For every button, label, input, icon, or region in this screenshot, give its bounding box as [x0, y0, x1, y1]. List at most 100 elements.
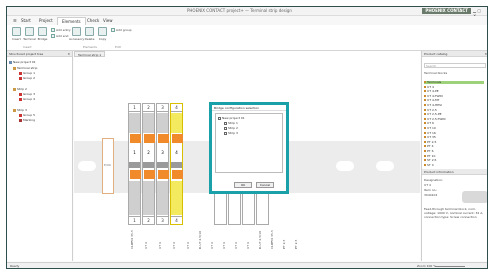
- catalog-item-icon: [424, 99, 426, 102]
- catalog-item[interactable]: PT 10: [424, 154, 435, 158]
- catalog-filter[interactable]: Terminal blocks: [424, 71, 447, 76]
- terminal-label: D-UT 2,5/10: [258, 231, 262, 249]
- terminal-block[interactable]: 1 1 1: [128, 103, 141, 225]
- delete-icon: [85, 27, 94, 36]
- tree-item-group-2[interactable]: Group 2: [19, 76, 35, 80]
- catalog-search-input[interactable]: Search: [424, 63, 486, 68]
- cancel-button[interactable]: Cancel: [256, 182, 274, 188]
- checkbox-icon[interactable]: [218, 116, 221, 120]
- catalog-item-icon: [424, 108, 426, 111]
- terminal-block[interactable]: 3 3 3: [156, 103, 169, 225]
- tree-item-group-1[interactable]: Group 1: [19, 71, 35, 75]
- checkbox-icon[interactable]: [224, 121, 227, 125]
- rail-slot: [78, 161, 96, 171]
- tree-item-strip-3[interactable]: Strip 3: [13, 108, 27, 112]
- catalog-item[interactable]: UT 35: [424, 136, 436, 139]
- tree-item-group-3[interactable]: Group 3: [19, 92, 35, 96]
- bridge-button[interactable]: Bridge: [37, 27, 48, 43]
- application-window: PHOENIX CONTACT project+ — Terminal stri…: [6, 6, 488, 269]
- checkbox-icon[interactable]: [224, 126, 227, 130]
- tree-item-strip-2[interactable]: Strip 2: [13, 87, 27, 91]
- window-controls[interactable]: ▁ ▢ ✕: [473, 8, 485, 18]
- add-entry-button[interactable]: Add entry: [51, 28, 71, 33]
- catalog-item[interactable]: Terminals: [424, 81, 484, 84]
- catalog-item[interactable]: UT 2,5-TWIN: [424, 117, 446, 121]
- project-icon: [9, 60, 12, 64]
- dialog-title: Bridge configuration selection: [212, 105, 286, 111]
- catalog-item-icon: [424, 140, 426, 143]
- terminal-label: D-UT 2,5/10: [198, 231, 202, 249]
- tree-item-strip-1[interactable]: Terminal strip: [13, 66, 37, 70]
- copy-icon: [98, 27, 107, 36]
- catalog-item[interactable]: UT 4-TWIN: [424, 94, 443, 98]
- rail-slot: [376, 161, 394, 171]
- add-group-button[interactable]: Add group: [111, 28, 131, 33]
- group-label-edit: Edit: [115, 45, 121, 49]
- delete-button[interactable]: Delete: [84, 27, 95, 43]
- catalog-item[interactable]: UT 2,5: [424, 108, 437, 112]
- group-label-elements: Elements: [83, 45, 97, 49]
- terminal-block-selected[interactable]: 4 4 4: [170, 103, 183, 225]
- catalog-item[interactable]: ST 4: [424, 163, 434, 167]
- tab-project[interactable]: Project: [35, 17, 57, 25]
- catalog-item[interactable]: UT 4-PE: [424, 90, 439, 93]
- dialog-tree-item[interactable]: Strip 3: [224, 131, 238, 135]
- tab-elements[interactable]: Elements: [57, 17, 86, 25]
- tree-item-project[interactable]: New project 01: [9, 60, 36, 64]
- catalog-item[interactable]: UT 6: [424, 122, 434, 125]
- close-icon[interactable]: ✕: [67, 51, 70, 57]
- terminal-label: UT 4: [210, 242, 214, 249]
- dialog-tree-item[interactable]: Strip 2: [224, 126, 238, 130]
- catalog-item[interactable]: ST 2,5: [424, 159, 436, 162]
- close-icon[interactable]: ✕: [484, 51, 487, 57]
- tree-item-group-5[interactable]: Group 5: [19, 113, 35, 117]
- brand-logo: PHOENIX CONTACT: [422, 8, 471, 14]
- catalog-item[interactable]: UT 2,5-PE: [424, 113, 442, 116]
- ok-button[interactable]: OK: [234, 182, 252, 188]
- terminal-label: PT 2,5: [294, 239, 298, 249]
- zoom-control[interactable]: Zoom 100 %: [417, 264, 477, 268]
- product-image: [462, 191, 487, 203]
- tab-view[interactable]: View: [99, 17, 117, 25]
- accessory-button[interactable]: Accessory: [69, 27, 84, 43]
- catalog-item[interactable]: PT 4: [424, 145, 434, 148]
- accessory-icon: [72, 27, 81, 36]
- terminal-button[interactable]: Terminal: [23, 27, 36, 43]
- add-end-button[interactable]: Add end: [51, 34, 68, 39]
- zoom-slider[interactable]: [435, 266, 465, 267]
- product-catalog-panel: Product catalog ✕ Search Terminal blocks …: [421, 51, 487, 261]
- add-end-icon: [51, 34, 55, 38]
- tab-start[interactable]: Start: [17, 17, 35, 25]
- catalog-item-icon: [424, 159, 426, 162]
- terminal-block[interactable]: 2 2 2: [142, 103, 155, 225]
- window-title: PHOENIX CONTACT project+ — Terminal stri…: [187, 8, 292, 13]
- catalog-item[interactable]: UT 10: [424, 127, 436, 130]
- bridge-icon: [38, 27, 47, 36]
- catalog-item[interactable]: PT 6: [424, 150, 434, 153]
- catalog-item-icon: [424, 94, 426, 97]
- catalog-item[interactable]: UT 4: [424, 85, 434, 89]
- catalog-item[interactable]: UT 4-MT: [424, 99, 439, 102]
- tree-item-marking[interactable]: Marking: [19, 118, 35, 122]
- terminal-label: UT 4: [222, 242, 226, 249]
- terminal-label: UT 4: [246, 242, 250, 249]
- catalog-item[interactable]: UT 16: [424, 131, 436, 135]
- strip-icon: [13, 108, 16, 112]
- checkbox-icon[interactable]: [224, 131, 227, 135]
- terminal-icon: [25, 27, 34, 36]
- design-canvas[interactable]: Terminal strip 1 E/UK 1 1 1 2 2 2 3 3 3 …: [74, 51, 420, 261]
- dialog-tree-root[interactable]: New project 01: [218, 116, 245, 120]
- catalog-header: Product catalog ✕: [422, 51, 487, 57]
- tree-item-group-4[interactable]: Group 4: [19, 97, 35, 101]
- catalog-item-icon: [424, 136, 426, 139]
- terminal-label: UT 4: [172, 242, 176, 249]
- bridge-selection-dialog: Bridge configuration selection New proje…: [209, 102, 289, 194]
- dialog-tree[interactable]: New project 01 Strip 1 Strip 2 Strip 3: [215, 113, 283, 173]
- copy-button[interactable]: Copy: [97, 27, 108, 43]
- catalog-item[interactable]: UT 4-HESI: [424, 104, 442, 107]
- tab-terminal-strip[interactable]: Terminal strip 1: [74, 51, 106, 57]
- dialog-tree-item[interactable]: Strip 1: [224, 121, 238, 125]
- insert-button[interactable]: Insert: [11, 27, 22, 43]
- terminal-label: CLIPFIX 35-5: [270, 230, 274, 249]
- catalog-item[interactable]: PT 2,5: [424, 140, 436, 144]
